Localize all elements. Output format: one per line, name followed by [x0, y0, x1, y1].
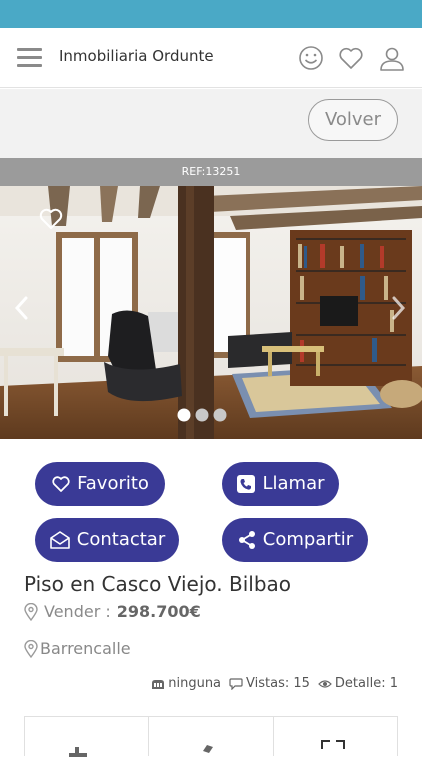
heating-value: ninguna [168, 676, 222, 691]
expand-icon [320, 740, 345, 749]
price-value: 298.700€ [116, 602, 201, 621]
subbar: Volver [0, 89, 422, 158]
gallery-dot[interactable] [213, 408, 227, 422]
feature-cell-size [274, 717, 397, 756]
share-label: Compartir [262, 529, 354, 550]
location-label: Barrencalle [40, 639, 131, 658]
call-button[interactable]: Llamar [222, 462, 339, 506]
reference-label: REF:13251 [0, 158, 422, 186]
views-stat: Vistas: 15 [229, 676, 310, 691]
heating-stat: ninguna [151, 676, 221, 691]
tag-icon [24, 602, 38, 621]
share-button[interactable]: Compartir [222, 518, 368, 562]
envelope-icon [49, 531, 70, 549]
call-label: Llamar [262, 473, 325, 494]
speech-bubble-icon [229, 677, 243, 690]
price-row: Vender : 298.700€ [24, 602, 201, 621]
ruler-icon [69, 747, 87, 757]
feature-grid [24, 716, 398, 757]
heating-icon [152, 679, 165, 689]
favorite-label: Favorito [77, 473, 149, 494]
smiley-icon[interactable] [297, 44, 325, 72]
contact-label: Contactar [76, 529, 166, 550]
gallery-dot[interactable] [177, 408, 191, 422]
contact-button[interactable]: Contactar [35, 518, 179, 562]
back-button[interactable]: Volver [308, 99, 398, 141]
heart-icon [52, 476, 70, 492]
status-bar [0, 0, 422, 28]
phone-icon [237, 475, 256, 493]
stats-row: ninguna Vistas: 15 Detalle: 1 [151, 676, 398, 691]
pin-icon [24, 639, 38, 658]
feature-cell-bath [149, 717, 274, 756]
app-title: Inmobiliaria Ordunte [59, 47, 214, 65]
user-icon[interactable] [378, 44, 406, 72]
operation-label: Vender : [44, 602, 111, 621]
heart-icon[interactable] [337, 44, 365, 72]
listing-title: Piso en Casco Viejo. Bilbao [24, 572, 292, 596]
detail-value: Detalle: 1 [334, 676, 398, 691]
shower-icon [203, 745, 214, 753]
favorite-button[interactable]: Favorito [35, 462, 165, 506]
property-photo [0, 186, 422, 439]
property-photo-carousel[interactable] [0, 186, 422, 439]
detail-stat: Detalle: 1 [318, 676, 398, 691]
views-value: Vistas: 15 [246, 676, 310, 691]
eye-icon [318, 679, 332, 688]
feature-cell-area [25, 717, 150, 757]
top-nav: Inmobiliaria Ordunte [0, 28, 422, 88]
gallery-dot[interactable] [195, 408, 209, 422]
menu-icon[interactable] [17, 48, 42, 68]
location-row: Barrencalle [24, 639, 131, 658]
share-icon [238, 531, 255, 549]
